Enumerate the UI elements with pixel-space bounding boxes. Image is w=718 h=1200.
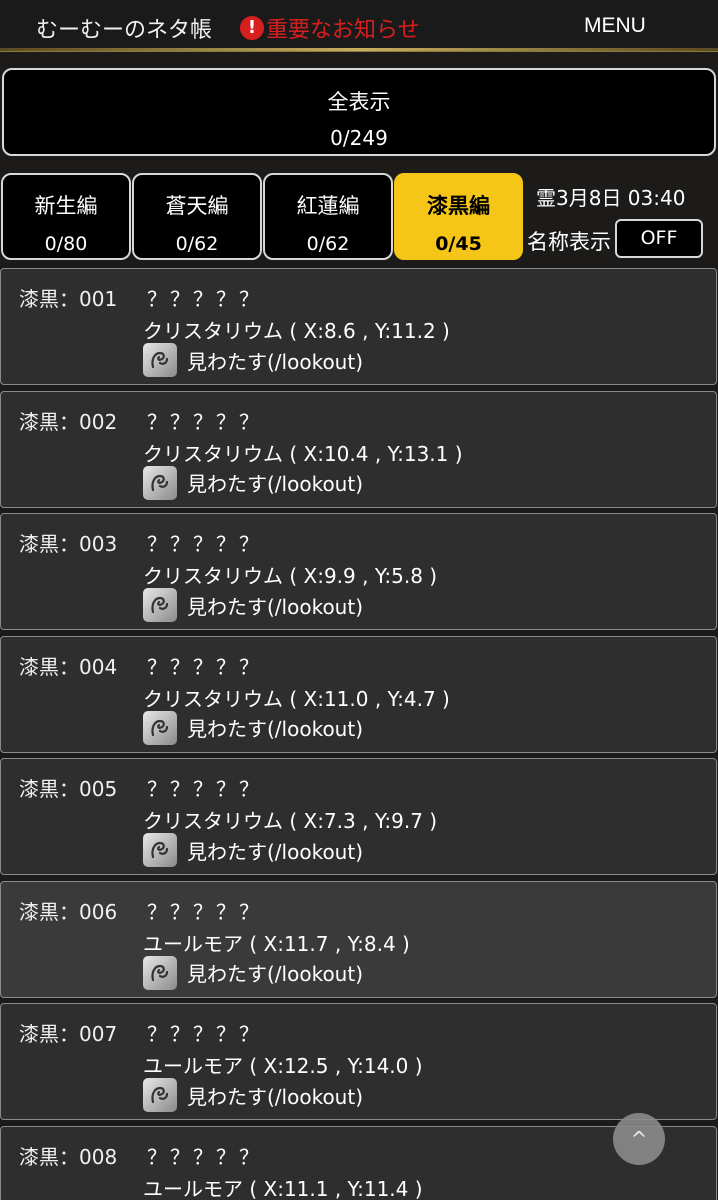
tab-count: 0/45	[435, 233, 482, 255]
item-code: 漆黒：003	[19, 532, 118, 556]
menu-button[interactable]: MENU	[584, 14, 646, 38]
item-emote: 見わたす(/lookout)	[143, 465, 363, 500]
item-emote: 見わたす(/lookout)	[143, 955, 363, 990]
item-code: 漆黒：001	[19, 287, 118, 311]
item-code: 漆黒：005	[19, 777, 118, 801]
tab-shikkoku[interactable]: 漆黒編 0/45	[394, 173, 523, 260]
tab-label: 漆黒編	[427, 194, 490, 218]
item-emote: 見わたす(/lookout)	[143, 833, 363, 867]
emote-label: 見わたす(/lookout)	[187, 349, 363, 374]
item-name: ？？？？？	[147, 654, 262, 679]
eorzea-datetime: 霊3月8日 03:40	[536, 186, 686, 210]
item-location: ユールモア ( X:12.5 , Y:14.0 )	[143, 1054, 423, 1078]
item-location: クリスタリウム ( X:8.6 , Y:11.2 )	[143, 319, 450, 343]
tab-label: 新生編	[34, 194, 98, 218]
lookout-emote-icon	[143, 833, 177, 867]
list-item[interactable]: 漆黒：007 ？？？？？ ユールモア ( X:12.5 , Y:14.0 ) 見わたす…	[0, 1003, 717, 1120]
tab-guren[interactable]: 紅蓮編 0/62	[263, 173, 393, 260]
item-name: ？？？？？	[147, 1144, 262, 1169]
item-location: クリスタリウム ( X:9.9 , Y:5.8 )	[143, 564, 438, 588]
item-name: ？？？？？	[147, 287, 262, 311]
item-name: ？？？？？	[147, 899, 262, 924]
show-all-button[interactable]: 全表示 0/249	[2, 68, 716, 156]
emote-label: 見わたす(/lookout)	[187, 839, 363, 864]
lookout-emote-icon	[143, 588, 177, 622]
important-notice-link[interactable]: ! 重要なお知らせ	[240, 12, 420, 44]
item-emote: 見わたす(/lookout)	[143, 710, 363, 745]
name-display-toggle[interactable]: OFF	[615, 219, 703, 258]
item-name: ？？？？？	[147, 1022, 262, 1046]
item-code: 漆黒：002	[19, 409, 118, 434]
show-all-label: 全表示	[327, 90, 391, 114]
item-emote: 見わたす(/lookout)	[143, 343, 363, 377]
list-item[interactable]: 漆黒：008 ？？？？？ ユールモア ( X:11.1 , Y:11.4 )	[0, 1125, 717, 1200]
tab-label: 蒼天編	[165, 194, 229, 218]
item-code: 漆黒：007	[19, 1022, 118, 1046]
item-location: ユールモア ( X:11.7 , Y:8.4 )	[143, 931, 410, 956]
list-item[interactable]: 漆黒：001 ？？？？？ クリスタリウム ( X:8.6 , Y:11.2 ) 見わた…	[0, 268, 717, 385]
lookout-emote-icon	[143, 343, 177, 377]
item-location: クリスタリウム ( X:7.3 , Y:9.7 )	[143, 809, 438, 833]
emote-label: 見わたす(/lookout)	[187, 1084, 363, 1109]
exclamation-icon: !	[240, 16, 264, 40]
list-item[interactable]: 漆黒：002 ？？？？？ クリスタリウム ( X:10.4 , Y:13.1 ) 見わ…	[0, 390, 717, 508]
item-name: ？？？？？	[147, 409, 262, 434]
item-emote: 見わたす(/lookout)	[143, 588, 363, 622]
header-divider	[0, 48, 718, 51]
lookout-emote-icon	[143, 710, 177, 745]
item-code: 漆黒：006	[19, 899, 118, 924]
item-code: 漆黒：008	[19, 1144, 118, 1169]
item-emote: 見わたす(/lookout)	[143, 1078, 363, 1112]
list-item[interactable]: 漆黒：006 ？？？？？ ユールモア ( X:11.7 , Y:8.4 ) 見わたす(…	[0, 880, 717, 998]
tab-souten[interactable]: 蒼天編 0/62	[132, 173, 262, 260]
name-display-label: 名称表示	[527, 230, 611, 254]
show-all-count: 0/249	[330, 126, 388, 150]
emote-label: 見わたす(/lookout)	[187, 594, 363, 619]
tab-shinsei[interactable]: 新生編 0/80	[1, 173, 131, 260]
item-name: ？？？？？	[147, 777, 262, 801]
item-location: ユールモア ( X:11.1 , Y:11.4 )	[143, 1176, 423, 1200]
lookout-emote-icon	[143, 465, 177, 500]
list-item[interactable]: 漆黒：004 ？？？？？ クリスタリウム ( X:11.0 , Y:4.7 ) 見わた…	[0, 635, 717, 753]
tab-count: 0/80	[44, 233, 88, 255]
item-name: ？？？？？	[147, 532, 262, 556]
lookout-emote-icon	[143, 955, 177, 990]
list-item[interactable]: 漆黒：003 ？？？？？ クリスタリウム ( X:9.9 , Y:5.8 ) 見わたす…	[0, 513, 717, 630]
tab-label: 紅蓮編	[296, 194, 360, 218]
item-location: クリスタリウム ( X:10.4 , Y:13.1 )	[143, 441, 463, 466]
scroll-to-top-button[interactable]: ^	[613, 1113, 665, 1165]
header-bar: むーむーのネタ帳 ! 重要なお知らせ MENU	[0, 0, 718, 52]
list-item[interactable]: 漆黒：005 ？？？？？ クリスタリウム ( X:7.3 , Y:9.7 ) 見わたす…	[0, 758, 717, 875]
item-code: 漆黒：004	[19, 654, 118, 679]
emote-label: 見わたす(/lookout)	[187, 962, 363, 986]
notice-label: 重要なお知らせ	[266, 18, 420, 43]
tab-count: 0/62	[175, 233, 219, 255]
emote-label: 見わたす(/lookout)	[187, 472, 363, 496]
item-location: クリスタリウム ( X:11.0 , Y:4.7 )	[143, 686, 450, 711]
lookout-emote-icon	[143, 1078, 177, 1112]
tab-count: 0/62	[306, 233, 350, 255]
emote-label: 見わたす(/lookout)	[187, 717, 363, 741]
site-title[interactable]: むーむーのネタ帳	[36, 12, 212, 44]
